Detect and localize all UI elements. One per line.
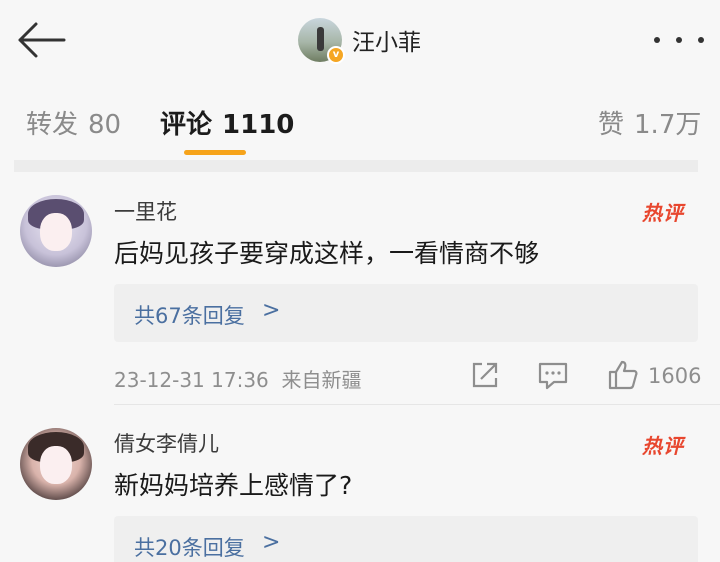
avatar-face bbox=[40, 446, 72, 484]
more-dot-icon bbox=[698, 37, 704, 43]
top-bar: v 汪小菲 bbox=[0, 0, 720, 80]
tab-repost[interactable]: 转发 80 bbox=[26, 104, 121, 141]
back-button[interactable] bbox=[14, 20, 66, 60]
comment-text: 新妈妈培养上感情了? bbox=[114, 471, 353, 500]
tab-bar: 转发 80 评论 1110 赞 1.7万 bbox=[0, 80, 720, 160]
back-arrow-icon bbox=[18, 22, 66, 58]
comment-icon bbox=[538, 362, 568, 390]
tab-like-label: 赞 bbox=[598, 110, 625, 140]
commenter-name[interactable]: 一里花 bbox=[114, 196, 177, 226]
location-text: 来自新疆 bbox=[281, 368, 362, 392]
post-author[interactable]: v 汪小菲 bbox=[298, 17, 421, 64]
avatar-face bbox=[40, 213, 72, 251]
section-divider bbox=[14, 160, 698, 172]
tab-repost-count: 80 bbox=[88, 110, 122, 140]
active-tab-indicator bbox=[184, 150, 246, 155]
replies-expander[interactable]: 共20条回复 > bbox=[114, 516, 698, 562]
like-count: 1606 bbox=[648, 364, 702, 388]
share-icon bbox=[472, 362, 498, 388]
chevron-right-icon: > bbox=[262, 298, 281, 323]
tab-comment-label: 评论 bbox=[160, 110, 213, 140]
comment-timestamp: 23-12-31 17:36 来自新疆 bbox=[114, 364, 362, 393]
like-button[interactable] bbox=[606, 358, 640, 392]
share-button[interactable] bbox=[468, 358, 502, 392]
comment-separator bbox=[114, 404, 720, 405]
more-dot-icon bbox=[654, 37, 660, 43]
replies-count-label: 共67条回复 bbox=[134, 304, 245, 328]
author-name[interactable]: 汪小菲 bbox=[352, 23, 421, 57]
timestamp-text: 23-12-31 17:36 bbox=[114, 368, 269, 392]
tab-like[interactable]: 赞 1.7万 bbox=[598, 104, 701, 141]
commenter-avatar[interactable] bbox=[20, 428, 92, 500]
hot-comment-badge: 热评 bbox=[642, 201, 684, 225]
reply-button[interactable] bbox=[536, 358, 570, 392]
thumbs-up-icon bbox=[608, 360, 638, 390]
more-dot-icon bbox=[676, 37, 682, 43]
replies-count-label: 共20条回复 bbox=[134, 536, 245, 560]
commenter-name[interactable]: 倩女李倩儿 bbox=[114, 428, 219, 458]
comment-meta: 23-12-31 17:36 来自新疆 1606 bbox=[114, 358, 704, 392]
chevron-right-icon: > bbox=[262, 530, 281, 555]
tab-repost-label: 转发 bbox=[26, 110, 79, 140]
replies-expander[interactable]: 共67条回复 > bbox=[114, 284, 698, 342]
tab-comment-count: 1110 bbox=[222, 110, 295, 140]
commenter-avatar[interactable] bbox=[20, 195, 92, 267]
tab-comment[interactable]: 评论 1110 bbox=[160, 104, 294, 141]
hot-comment-badge: 热评 bbox=[642, 434, 684, 458]
tab-like-count: 1.7万 bbox=[634, 110, 702, 140]
verified-badge-icon: v bbox=[327, 46, 345, 64]
avatar-figure bbox=[317, 27, 324, 51]
author-avatar[interactable]: v bbox=[298, 18, 345, 64]
comment-text: 后妈见孩子要穿成这样，一看情商不够 bbox=[114, 239, 540, 268]
more-button[interactable] bbox=[654, 30, 704, 50]
